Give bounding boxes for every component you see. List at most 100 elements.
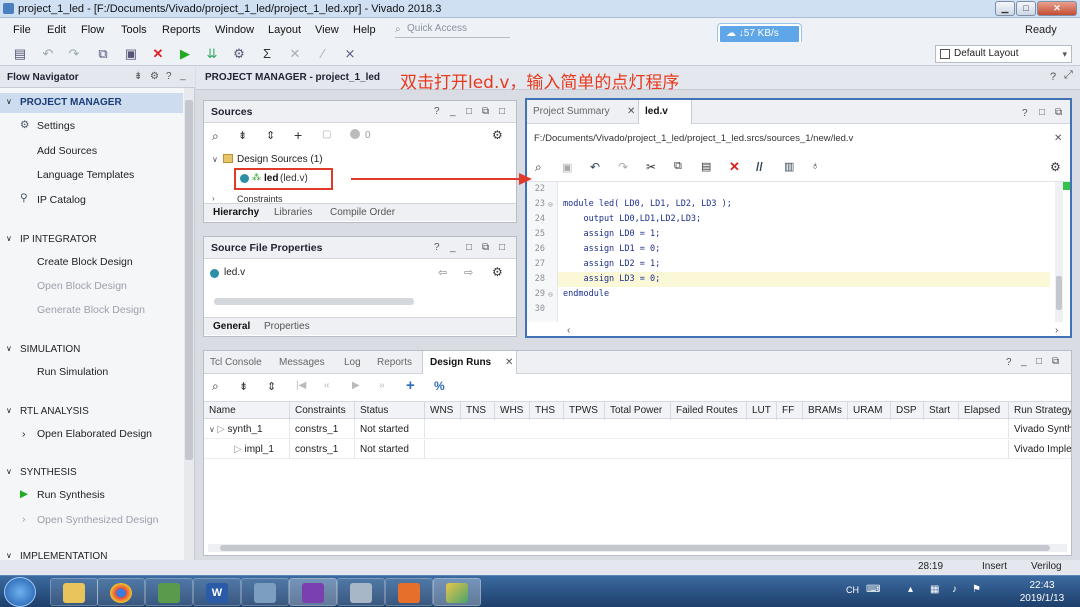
help-icon[interactable]: ?: [166, 71, 172, 82]
properties-icon[interactable]: ▢: [322, 129, 331, 140]
menu-layout[interactable]: Layout: [268, 24, 301, 36]
settings-gear-icon[interactable]: ⚙: [231, 46, 247, 62]
back-arrow-icon[interactable]: ⇦: [438, 266, 447, 279]
cut-icon[interactable]: ✂: [646, 160, 656, 174]
nav-generate-block-design[interactable]: Generate Block Design: [37, 304, 145, 316]
input-language[interactable]: CH: [846, 585, 859, 595]
maximize-icon[interactable]: ⤢: [1064, 69, 1073, 82]
fold-icon[interactable]: ⊖: [548, 287, 553, 302]
scrollbar-thumb[interactable]: [1056, 276, 1062, 310]
restore-icon[interactable]: □: [1036, 356, 1042, 367]
taskbar-vivado[interactable]: [433, 578, 481, 606]
col-dsp[interactable]: DSP: [891, 402, 924, 420]
led-file-ext[interactable]: (led.v): [280, 173, 308, 184]
menu-view[interactable]: View: [315, 24, 339, 36]
add-icon[interactable]: +: [406, 377, 415, 394]
nav-run-simulation[interactable]: Run Simulation: [37, 366, 108, 378]
scrollbar-thumb[interactable]: [220, 545, 1050, 551]
search-icon[interactable]: ⌕: [212, 379, 219, 394]
cancel-tool-icon[interactable]: ⨯: [342, 46, 358, 62]
gear-icon[interactable]: ⚙: [492, 128, 503, 142]
gear-icon[interactable]: ⚙: [492, 265, 503, 279]
wand-icon[interactable]: ⁄: [315, 46, 331, 62]
col-tns[interactable]: TNS: [461, 402, 495, 420]
program-icon[interactable]: ⇊: [204, 46, 220, 62]
section-synthesis[interactable]: SYNTHESIS: [20, 467, 77, 478]
fold-icon[interactable]: ⊖: [548, 197, 553, 212]
horizontal-scrollbar[interactable]: [208, 544, 1067, 552]
flow-navigator-scrollbar[interactable]: [184, 88, 194, 560]
next-icon[interactable]: »: [379, 380, 385, 391]
layout-select[interactable]: Default Layout ▾: [935, 45, 1072, 63]
tab-project-summary[interactable]: Project Summary ✕: [527, 100, 637, 124]
maximize-icon[interactable]: □: [499, 106, 505, 117]
flag-icon[interactable]: ⚑: [972, 584, 981, 595]
menu-file[interactable]: File: [13, 24, 31, 36]
tab-hierarchy[interactable]: Hierarchy: [213, 207, 259, 218]
menu-help[interactable]: Help: [353, 24, 376, 36]
taskbar-visual-studio[interactable]: [289, 578, 337, 606]
open-project-icon[interactable]: ▤: [12, 46, 28, 62]
quick-access-search[interactable]: ⌕ Quick Access: [395, 21, 510, 38]
design-sources-node[interactable]: Design Sources (1): [237, 154, 323, 165]
settings-icon[interactable]: ⚙: [150, 71, 159, 82]
tray-expand-icon[interactable]: ▴: [908, 584, 913, 595]
close-button[interactable]: ✕: [1037, 1, 1077, 16]
taskbar-app-2[interactable]: [337, 578, 385, 606]
minimize-icon[interactable]: _: [450, 242, 456, 253]
minimize-panel-icon[interactable]: _: [180, 70, 186, 81]
section-rtl-analysis[interactable]: RTL ANALYSIS: [20, 406, 89, 417]
col-lut[interactable]: LUT: [747, 402, 777, 420]
prev-icon[interactable]: «: [324, 380, 330, 391]
col-failed-routes[interactable]: Failed Routes: [671, 402, 747, 420]
collapse-all-icon[interactable]: ⇟: [134, 71, 142, 82]
col-wns[interactable]: WNS: [425, 402, 461, 420]
col-constraints[interactable]: Constraints: [290, 402, 355, 420]
nav-create-block-design[interactable]: Create Block Design: [37, 256, 133, 268]
help-icon[interactable]: ?: [1022, 108, 1028, 119]
tab-compile-order[interactable]: Compile Order: [330, 207, 395, 218]
expand-all-icon[interactable]: ⇕: [267, 380, 276, 393]
col-ths[interactable]: THS: [530, 402, 564, 420]
menu-tools[interactable]: Tools: [121, 24, 147, 36]
help-icon[interactable]: ?: [434, 106, 440, 117]
col-total-power[interactable]: Total Power: [605, 402, 671, 420]
insert-template-icon[interactable]: ▥: [784, 160, 794, 173]
col-brams[interactable]: BRAMs: [803, 402, 848, 420]
maximize-icon[interactable]: ⧉: [1052, 356, 1059, 367]
constraints-node[interactable]: Constraints: [237, 194, 283, 202]
volume-icon[interactable]: ♪: [952, 584, 957, 595]
table-row[interactable]: ▷ impl_1 constrs_1 Not started Vivado Im…: [204, 440, 1071, 459]
collapse-all-icon[interactable]: ⇟: [239, 380, 248, 393]
editor-scrollbar[interactable]: [1055, 182, 1063, 322]
help-icon[interactable]: ?: [1006, 357, 1012, 368]
tab-led-v[interactable]: led.v: [638, 100, 692, 124]
nav-open-block-design[interactable]: Open Block Design: [37, 280, 127, 292]
search-icon[interactable]: ⌕: [212, 129, 219, 144]
run-icon[interactable]: ▶: [177, 46, 193, 62]
restore-icon[interactable]: □: [1039, 107, 1045, 118]
nav-ip-catalog[interactable]: IP Catalog: [37, 194, 86, 206]
col-whs[interactable]: WHS: [495, 402, 530, 420]
save-icon[interactable]: ▣: [562, 161, 572, 174]
taskbar-chart-app[interactable]: [145, 578, 193, 606]
paste-icon[interactable]: ▤: [701, 160, 711, 173]
float-icon[interactable]: ⧉: [482, 106, 489, 117]
undo-icon[interactable]: ↶: [590, 160, 600, 174]
start-button[interactable]: [4, 577, 36, 607]
code-area[interactable]: 22 23 ⊖ module led( LD0, LD1, LD2, LD3 ); …: [527, 182, 1070, 322]
nav-open-synthesized-design[interactable]: Open Synthesized Design: [37, 514, 158, 526]
scroll-left-icon[interactable]: ‹: [567, 325, 570, 336]
tab-reports[interactable]: Reports: [377, 357, 412, 368]
minimize-button[interactable]: ▁: [995, 1, 1015, 16]
float-icon[interactable]: ⧉: [482, 242, 489, 253]
nav-language-templates[interactable]: Language Templates: [37, 169, 134, 181]
section-implementation[interactable]: IMPLEMENTATION: [20, 551, 107, 560]
tools-icon[interactable]: ✕: [287, 46, 303, 62]
section-ip-integrator[interactable]: IP INTEGRATOR: [20, 234, 97, 245]
close-icon[interactable]: ✕: [505, 357, 513, 368]
taskbar-app[interactable]: [241, 578, 289, 606]
comment-icon[interactable]: //: [756, 160, 763, 174]
network-icon[interactable]: ▦: [930, 584, 939, 595]
keyboard-icon[interactable]: ⌨: [866, 584, 880, 595]
